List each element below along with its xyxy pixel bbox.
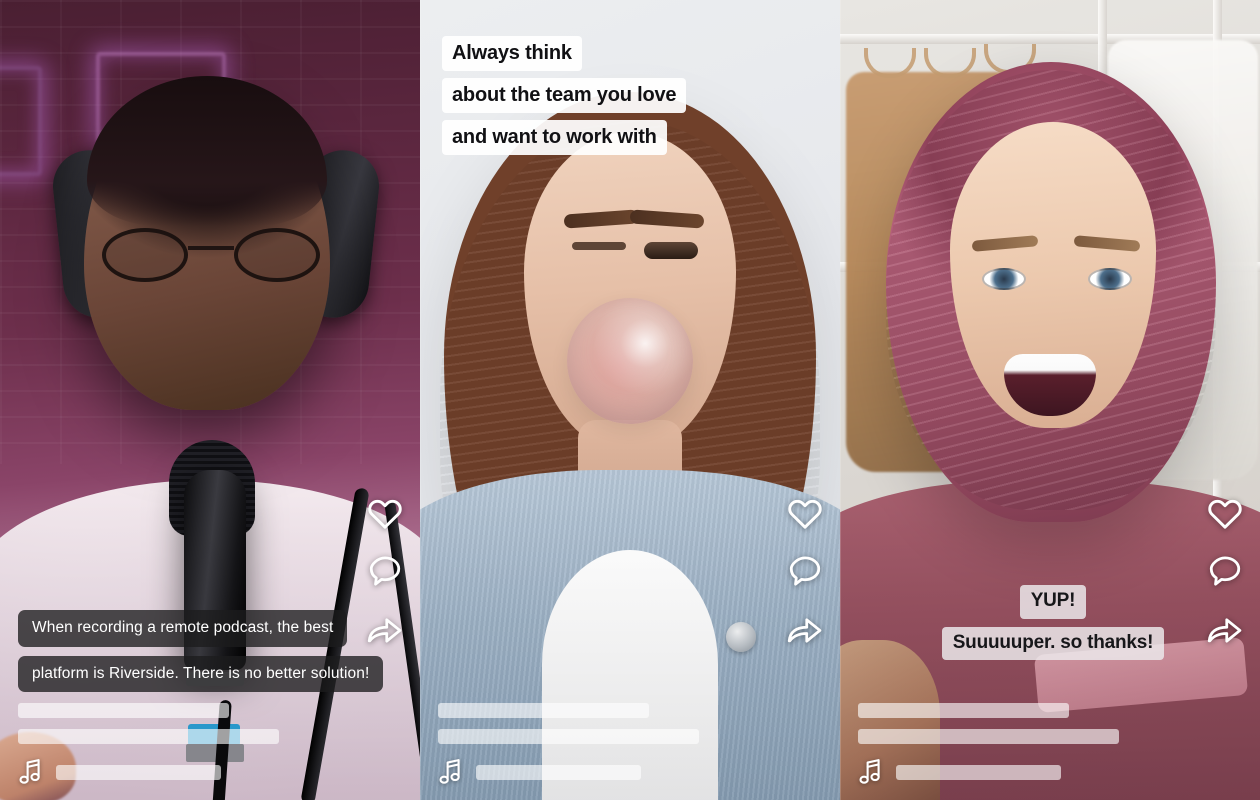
comment-button[interactable] [1204, 550, 1246, 592]
placeholder-bar [476, 764, 642, 780]
action-rail-bubblegum [784, 492, 826, 650]
video-meta-bubblegum [438, 703, 822, 786]
like-button[interactable] [784, 492, 826, 534]
heart-icon [786, 496, 824, 530]
like-button[interactable] [1204, 492, 1246, 534]
caption-line: YUP! [1019, 585, 1087, 619]
share-icon [366, 613, 404, 645]
eyeglasses [102, 228, 320, 282]
eye-left-winking [572, 242, 626, 250]
caption-line: and want to work with [442, 120, 667, 155]
eyeglass-lens-left [102, 228, 188, 282]
action-rail-podcast [364, 492, 406, 650]
caption-line: Suuuuuper. so thanks! [941, 626, 1165, 660]
comment-icon [367, 554, 403, 588]
caption-overlay-bubblegum: Always think about the team you love and… [442, 36, 826, 155]
caption-line: platform is Riverside. There is no bette… [18, 655, 384, 692]
video-meta-podcast [18, 703, 402, 786]
share-icon [786, 613, 824, 645]
video-panel-bubblegum[interactable]: Always think about the team you love and… [420, 0, 840, 800]
placeholder-bar [18, 703, 230, 718]
neon-frame-left [0, 66, 42, 176]
heart-icon [1206, 496, 1244, 530]
eyeglass-lens-right [234, 228, 320, 282]
placeholder-bar [896, 764, 1062, 780]
caption-line: about the team you love [442, 78, 687, 113]
video-background-pinkhair [840, 0, 1260, 800]
eye-right [1088, 268, 1132, 290]
comment-button[interactable] [364, 550, 406, 592]
music-row [18, 758, 402, 786]
comment-button[interactable] [784, 550, 826, 592]
video-meta-pinkhair [858, 703, 1242, 786]
eye-left [982, 268, 1026, 290]
jacket-button [726, 622, 756, 652]
placeholder-bar [438, 703, 650, 718]
video-panel-pinkhair[interactable]: YUP! Suuuuuper. so thanks! [840, 0, 1260, 800]
bubblegum-bubble [567, 298, 693, 424]
placeholder-bar [858, 729, 1120, 744]
eyeglass-bridge [188, 246, 234, 250]
music-row [858, 758, 1242, 786]
action-rail-pinkhair [1204, 492, 1246, 650]
like-button[interactable] [364, 492, 406, 534]
share-icon [1206, 613, 1244, 645]
share-button[interactable] [784, 608, 826, 650]
music-note-icon [438, 758, 464, 786]
music-note-icon [18, 758, 44, 786]
placeholder-bar [18, 729, 280, 744]
comment-icon [1207, 554, 1243, 588]
share-button[interactable] [1204, 608, 1246, 650]
share-button[interactable] [364, 608, 406, 650]
comment-icon [787, 554, 823, 588]
placeholder-bar [438, 729, 700, 744]
video-preview-stage: When recording a remote podcast, the bes… [0, 0, 1260, 800]
music-row [438, 758, 822, 786]
heart-icon [366, 496, 404, 530]
caption-overlay-podcast: When recording a remote podcast, the bes… [18, 610, 402, 692]
music-note-icon [858, 758, 884, 786]
video-panel-podcast[interactable]: When recording a remote podcast, the bes… [0, 0, 420, 800]
eye-right [644, 242, 698, 259]
caption-overlay-pinkhair: YUP! Suuuuuper. so thanks! [862, 585, 1244, 660]
placeholder-bar [858, 703, 1070, 718]
placeholder-bar [56, 764, 222, 780]
caption-line: Always think [442, 36, 582, 71]
caption-line: When recording a remote podcast, the bes… [18, 610, 348, 647]
